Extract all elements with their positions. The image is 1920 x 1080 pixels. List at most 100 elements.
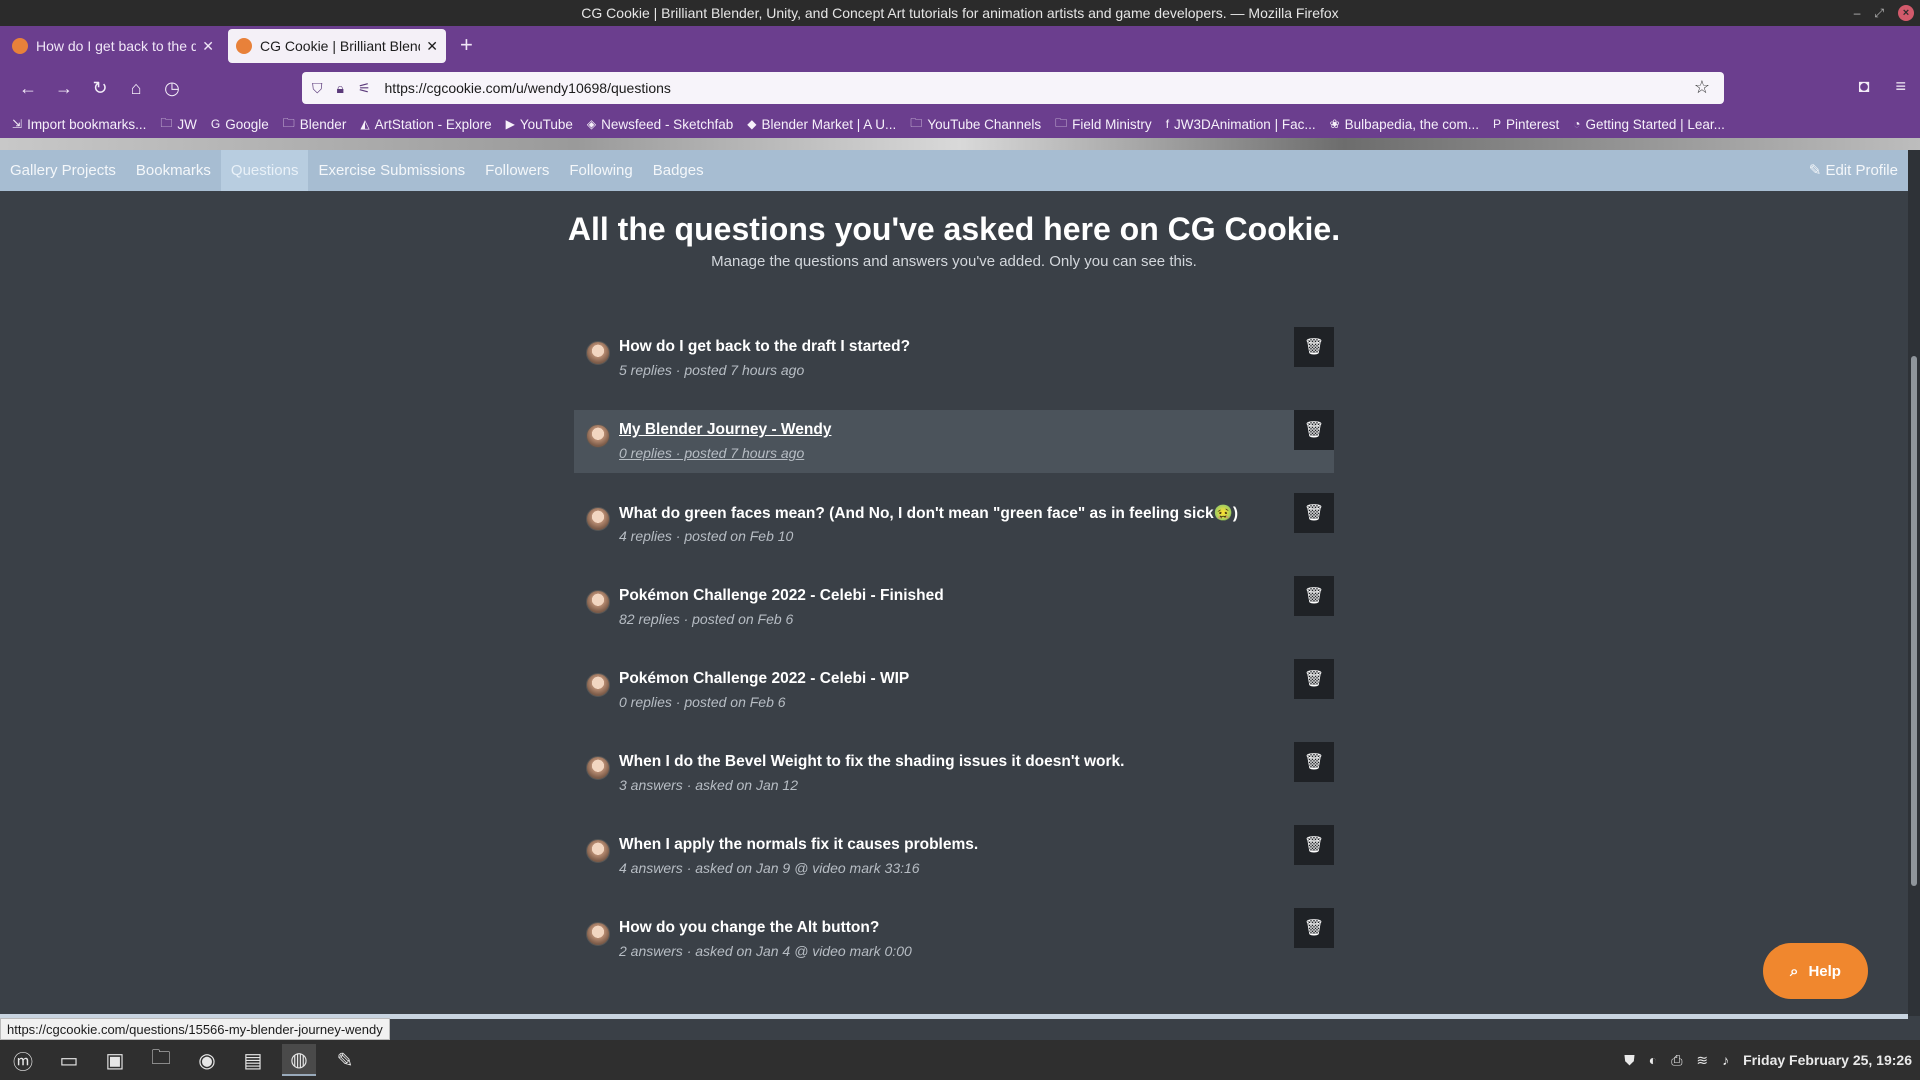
tab-title: How do I get back to the dr bbox=[36, 38, 197, 54]
question-title-link[interactable]: How do I get back to the draft I started… bbox=[619, 338, 910, 356]
delete-question-button[interactable]: 🗑︎ bbox=[1294, 825, 1334, 865]
question-title-link[interactable]: When I do the Bevel Weight to fix the sh… bbox=[619, 753, 1124, 771]
url-text[interactable]: https://cgcookie.com/u/wendy10698/questi… bbox=[385, 80, 671, 96]
profile-tab-badges[interactable]: Badges bbox=[643, 150, 714, 191]
scrollbar-thumb[interactable] bbox=[1911, 356, 1917, 886]
bookmark-item[interactable]: ◈ Newsfeed - Sketchfab bbox=[587, 117, 733, 132]
firefox-icon[interactable]: ◍ bbox=[282, 1044, 316, 1076]
browser-tab-1[interactable]: How do I get back to the dr ✕ bbox=[4, 29, 222, 63]
delete-question-button[interactable]: 🗑︎ bbox=[1294, 908, 1334, 948]
permissions-icon[interactable]: ⚟ bbox=[358, 80, 371, 97]
bookmark-item[interactable]: ◔ Getting Started | Lear... bbox=[1573, 117, 1725, 132]
nav-right-controls: ◘ ≡ bbox=[1859, 76, 1906, 97]
bookmark-item[interactable]: G Google bbox=[211, 117, 269, 132]
forward-icon[interactable]: → bbox=[46, 78, 82, 99]
question-row[interactable]: When I do the Bevel Weight to fix the sh… bbox=[574, 742, 1334, 805]
lock-icon[interactable]: 🔒︎ bbox=[337, 80, 344, 97]
delete-question-button[interactable]: 🗑︎ bbox=[1294, 493, 1334, 533]
question-row[interactable]: What do green faces mean? (And No, I don… bbox=[574, 493, 1334, 556]
shield-icon[interactable]: ⛉ bbox=[312, 80, 323, 97]
pinterest-icon: P bbox=[1492, 117, 1501, 131]
restore-icon[interactable]: ⤢ bbox=[1874, 6, 1884, 21]
delete-question-button[interactable]: 🗑︎ bbox=[1294, 742, 1334, 782]
minimize-icon[interactable]: – bbox=[1854, 6, 1861, 20]
profile-tab-gallery-projects[interactable]: Gallery Projects bbox=[0, 150, 126, 191]
url-bar[interactable]: ⛉ 🔒︎ ⚟ https://cgcookie.com/u/wendy10698… bbox=[302, 72, 1724, 104]
question-row[interactable]: Pokémon Challenge 2022 - Celebi - WIP 0 r… bbox=[574, 659, 1334, 722]
pocket-icon[interactable]: ◘ bbox=[1859, 76, 1870, 97]
bookmark-item[interactable]: ▶ YouTube bbox=[506, 117, 573, 132]
volume-icon[interactable]: ♪ bbox=[1722, 1052, 1729, 1068]
bookmark-star-icon[interactable]: ☆ bbox=[1694, 77, 1710, 98]
profile-banner-image bbox=[0, 138, 1920, 150]
question-title-link[interactable]: My Blender Journey - Wendy bbox=[619, 421, 831, 439]
trash-icon: 🗑︎ bbox=[1303, 671, 1325, 688]
question-title-link[interactable]: What do green faces mean? (And No, I don… bbox=[619, 504, 1238, 523]
question-title-link[interactable]: Pokémon Challenge 2022 - Celebi - Finish… bbox=[619, 587, 944, 605]
profile-nav: Gallery Projects Bookmarks Questions Exerci… bbox=[0, 150, 1908, 191]
question-title-link[interactable]: How do you change the Alt button? bbox=[619, 919, 879, 937]
blender-icon[interactable]: ◉ bbox=[190, 1044, 224, 1076]
nvidia-icon[interactable]: ◐ bbox=[1649, 1052, 1657, 1068]
edit-profile-label: Edit Profile bbox=[1825, 162, 1898, 179]
question-row[interactable]: My Blender Journey - Wendy 0 replies · po… bbox=[574, 410, 1334, 473]
delete-question-button[interactable]: 🗑︎ bbox=[1294, 410, 1334, 450]
edit-profile-link[interactable]: ✎ Edit Profile bbox=[1809, 150, 1898, 191]
bookmark-item[interactable]: 🗀︎ Blender bbox=[283, 114, 347, 135]
facebook-icon: f bbox=[1165, 117, 1170, 131]
close-tab-icon[interactable]: ✕ bbox=[426, 38, 438, 55]
bookmark-item[interactable]: 🗀︎ YouTube Channels bbox=[910, 114, 1041, 135]
profile-tab-followers[interactable]: Followers bbox=[475, 150, 559, 191]
folder-icon: 🗀︎ bbox=[282, 115, 295, 130]
reload-icon[interactable]: ↻ bbox=[82, 78, 118, 99]
question-row[interactable]: When I apply the normals fix it causes p… bbox=[574, 825, 1334, 888]
bookmark-label: YouTube Channels bbox=[927, 116, 1042, 132]
menu-icon[interactable]: ≡ bbox=[1895, 76, 1906, 97]
bookmark-item[interactable]: f JW3DAnimation | Fac... bbox=[1166, 117, 1316, 132]
terminal-icon[interactable]: ▣ bbox=[98, 1044, 132, 1076]
page-scrollbar[interactable] bbox=[1908, 150, 1920, 1016]
question-row[interactable]: How do you change the Alt button? 2 answe… bbox=[574, 908, 1334, 971]
home-icon[interactable]: ⌂ bbox=[118, 78, 154, 99]
question-title-link[interactable]: When I apply the normals fix it causes p… bbox=[619, 836, 978, 854]
question-title-link[interactable]: Pokémon Challenge 2022 - Celebi - WIP bbox=[619, 670, 909, 688]
files-icon[interactable]: 🗀︎ bbox=[144, 1044, 178, 1076]
shield-tray-icon[interactable]: ⛊ bbox=[1624, 1052, 1635, 1069]
question-row[interactable]: How do I get back to the draft I started… bbox=[574, 327, 1334, 390]
wifi-icon[interactable]: ≋ bbox=[1696, 1052, 1708, 1069]
trash-icon: 🗑︎ bbox=[1303, 339, 1325, 356]
profile-tab-questions[interactable]: Questions bbox=[220, 150, 309, 191]
clock[interactable]: Friday February 25, 19:26 bbox=[1743, 1052, 1912, 1068]
delete-question-button[interactable]: 🗑︎ bbox=[1294, 327, 1334, 367]
bookmark-item[interactable]: ◆ Blender Market | A U... bbox=[747, 117, 896, 132]
profile-tab-bookmarks[interactable]: Bookmarks bbox=[126, 150, 221, 191]
profile-tab-exercise-submissions[interactable]: Exercise Submissions bbox=[308, 150, 475, 191]
new-tab-icon[interactable]: + bbox=[460, 32, 473, 58]
bookmark-item[interactable]: ◭ ArtStation - Explore bbox=[360, 117, 491, 132]
trash-icon: 🗑︎ bbox=[1303, 505, 1325, 522]
show-desktop-icon[interactable]: ▭ bbox=[52, 1044, 86, 1076]
search-icon: ⌕ bbox=[1790, 962, 1799, 980]
delete-question-button[interactable]: 🗑︎ bbox=[1294, 659, 1334, 699]
bookmark-item[interactable]: P Pinterest bbox=[1493, 117, 1559, 132]
bookmark-item[interactable]: 🗀︎ JW bbox=[160, 114, 197, 135]
question-list: How do I get back to the draft I started… bbox=[574, 327, 1334, 991]
start-menu-icon[interactable]: ⓜ bbox=[6, 1044, 40, 1076]
question-row[interactable]: Pokémon Challenge 2022 - Celebi - Finish… bbox=[574, 576, 1334, 639]
close-window-icon[interactable]: × bbox=[1898, 5, 1914, 21]
bookmark-item[interactable]: ⇲ Import bookmarks... bbox=[12, 117, 146, 132]
avatar bbox=[586, 756, 610, 780]
browser-tab-2[interactable]: CG Cookie | Brilliant Blende ✕ bbox=[228, 29, 446, 63]
profile-tab-following[interactable]: Following bbox=[559, 150, 642, 191]
text-editor-icon[interactable]: ✎ bbox=[328, 1044, 362, 1076]
clapperboard-icon[interactable]: ▤ bbox=[236, 1044, 270, 1076]
delete-question-button[interactable]: 🗑︎ bbox=[1294, 576, 1334, 616]
printer-icon[interactable]: ⎙ bbox=[1671, 1052, 1682, 1069]
help-button[interactable]: ⌕ Help bbox=[1763, 943, 1868, 999]
bookmark-item[interactable]: 🗀︎ Field Ministry bbox=[1055, 114, 1152, 135]
back-icon[interactable]: ← bbox=[10, 78, 46, 99]
history-icon[interactable]: ◷ bbox=[154, 78, 190, 99]
question-meta: 0 replies · posted 7 hours ago bbox=[619, 445, 805, 461]
bookmark-item[interactable]: ❀ Bulbapedia, the com... bbox=[1330, 117, 1479, 132]
close-tab-icon[interactable]: ✕ bbox=[202, 38, 214, 55]
